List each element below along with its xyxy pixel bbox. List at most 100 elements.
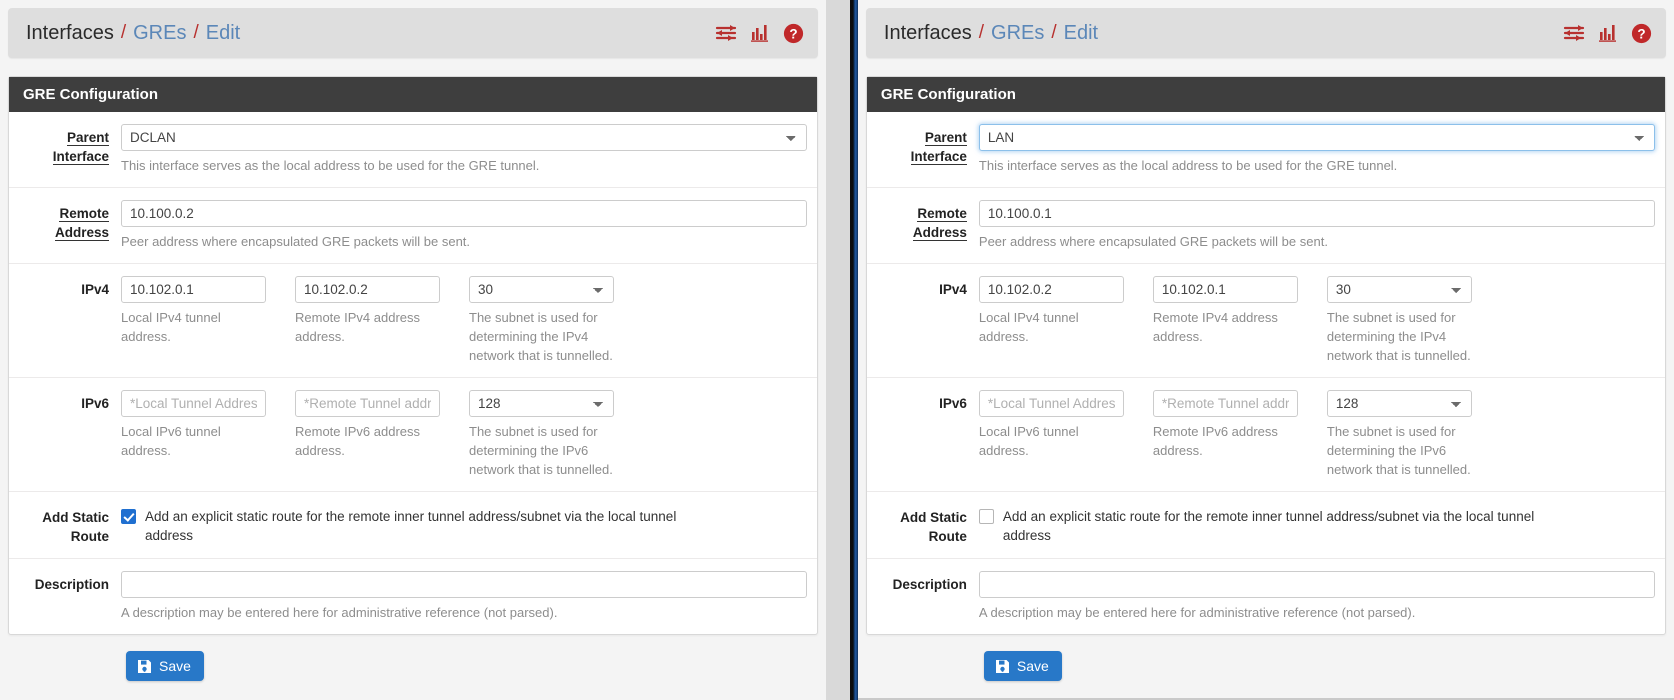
- left-browser-window: Interfaces / GREs / Edit ? GRE Configura…: [0, 0, 827, 700]
- ipv4-local-input[interactable]: [121, 276, 266, 303]
- bar-chart-icon[interactable]: [750, 23, 770, 43]
- row-remote-address: Remote Address Peer address where encaps…: [9, 188, 818, 264]
- ipv6-local-cell: Local IPv6 tunnel address.: [121, 390, 295, 479]
- label-description: Description: [892, 577, 967, 592]
- label-remote-address-line2: Address: [912, 225, 967, 241]
- label-remote-address: Remote Address: [867, 200, 979, 251]
- ipv4-remote-input[interactable]: [295, 276, 440, 303]
- row-parent-interface: Parent Interface DCLAN This interface se…: [9, 112, 818, 188]
- breadcrumb-link-gres[interactable]: GREs: [991, 22, 1044, 45]
- ipv6-remote-input[interactable]: [295, 390, 440, 417]
- help-ipv4-remote: Remote IPv4 address address.: [1152, 310, 1278, 344]
- label-add-static-route-line2: Route: [928, 529, 967, 544]
- sliders-icon[interactable]: [1563, 23, 1585, 43]
- breadcrumb-bar-right: Interfaces / GREs / Edit ?: [865, 8, 1666, 58]
- ipv4-subnet-cell: 30 The subnet is used for determining th…: [1326, 276, 1501, 365]
- bar-chart-icon[interactable]: [1598, 23, 1618, 43]
- add-static-route-label[interactable]: Add an explicit static route for the rem…: [1003, 507, 1538, 545]
- help-ipv4-local: Local IPv4 tunnel address.: [121, 310, 221, 344]
- label-remote-address: Remote Address: [9, 200, 121, 251]
- help-circle-icon[interactable]: ?: [1631, 23, 1652, 44]
- svg-text:?: ?: [1637, 26, 1645, 41]
- add-static-route-label[interactable]: Add an explicit static route for the rem…: [145, 507, 680, 545]
- breadcrumb-root: Interfaces: [26, 21, 114, 44]
- remote-address-input[interactable]: [978, 200, 1655, 227]
- row-ipv4: IPv4 Local IPv4 tunnel address. Remote I…: [866, 264, 1665, 378]
- breadcrumb-separator-2: /: [193, 22, 199, 43]
- description-input[interactable]: [121, 571, 808, 598]
- save-button-label: Save: [1016, 658, 1049, 674]
- parent-interface-select[interactable]: LAN: [978, 124, 1655, 151]
- label-description: Description: [34, 577, 109, 592]
- label-ipv4: IPv4: [939, 282, 967, 297]
- remote-address-input[interactable]: [121, 200, 808, 227]
- add-static-route-checkbox[interactable]: [978, 509, 994, 524]
- breadcrumb-link-gres[interactable]: GREs: [133, 22, 186, 45]
- ipv4-remote-input[interactable]: [1152, 276, 1298, 303]
- row-add-static-route: Add Static Route Add an explicit static …: [9, 492, 818, 559]
- breadcrumb-link-edit[interactable]: Edit: [1064, 22, 1098, 45]
- header-icon-group: ?: [715, 23, 804, 44]
- breadcrumb-bar-left: Interfaces / GREs / Edit ?: [8, 8, 819, 58]
- help-remote-address: Peer address where encapsulated GRE pack…: [978, 234, 1328, 249]
- label-parent-interface-line2: Interface: [52, 149, 109, 165]
- save-button-label: Save: [159, 658, 191, 674]
- help-circle-icon[interactable]: ?: [783, 23, 804, 44]
- label-ipv6: IPv6: [939, 396, 967, 411]
- label-parent-interface-line1: Parent: [66, 130, 109, 146]
- row-ipv6: IPv6 Local IPv6 tunnel address. Remote I…: [866, 378, 1665, 492]
- label-ipv4: IPv4: [81, 282, 109, 297]
- row-remote-address: Remote Address Peer address where encaps…: [866, 188, 1665, 264]
- floppy-disk-icon: [137, 659, 152, 674]
- save-button[interactable]: Save: [126, 651, 204, 681]
- label-parent-interface-line2: Interface: [910, 149, 967, 165]
- ipv6-subnet-select[interactable]: 128: [469, 390, 614, 417]
- ipv4-subnet-select[interactable]: 30: [1326, 276, 1472, 303]
- ipv4-remote-cell: Remote IPv4 address address.: [1152, 276, 1327, 365]
- ipv6-remote-input[interactable]: [1152, 390, 1298, 417]
- ipv6-local-input[interactable]: [978, 390, 1124, 417]
- help-parent-interface: This interface serves as the local addre…: [978, 158, 1398, 173]
- label-add-static-route-line1: Add Static: [42, 510, 109, 525]
- label-remote-address-line1: Remote: [917, 206, 967, 222]
- label-remote-address-line1: Remote: [59, 206, 109, 222]
- help-ipv6-remote: Remote IPv6 address address.: [1152, 424, 1278, 458]
- parent-interface-select[interactable]: DCLAN: [121, 124, 808, 151]
- label-add-static-route: Add Static Route: [867, 504, 979, 546]
- row-description: Description A description may be entered…: [9, 559, 817, 634]
- label-parent-interface: Parent Interface: [867, 124, 979, 175]
- ipv6-subnet-cell: 128 The subnet is used for determining t…: [469, 390, 643, 479]
- save-button[interactable]: Save: [983, 651, 1062, 681]
- ipv4-subnet-select[interactable]: 30: [469, 276, 614, 303]
- row-ipv4: IPv4 Local IPv4 tunnel address. Remote I…: [9, 264, 818, 378]
- breadcrumb-root: Interfaces: [883, 21, 972, 44]
- help-ipv4-subnet: The subnet is used for determining the I…: [469, 310, 613, 363]
- breadcrumb-separator-2: /: [1051, 22, 1057, 43]
- gre-configuration-panel-right: GRE Configuration Parent Interface LAN T…: [865, 76, 1666, 635]
- help-remote-address: Peer address where encapsulated GRE pack…: [121, 234, 471, 249]
- floppy-disk-icon: [995, 659, 1010, 674]
- add-static-route-checkbox[interactable]: [121, 509, 136, 524]
- help-description: A description may be entered here for ad…: [978, 605, 1416, 620]
- svg-text:?: ?: [789, 26, 797, 41]
- help-ipv6-local: Local IPv6 tunnel address.: [978, 424, 1079, 458]
- help-ipv6-subnet: The subnet is used for determining the I…: [1326, 424, 1471, 477]
- ipv6-local-input[interactable]: [121, 390, 266, 417]
- label-add-static-route-line2: Route: [70, 529, 109, 544]
- ipv4-local-input[interactable]: [978, 276, 1124, 303]
- ipv6-remote-cell: Remote IPv6 address address.: [1152, 390, 1327, 479]
- label-add-static-route-line1: Add Static: [900, 510, 967, 525]
- ipv6-remote-cell: Remote IPv6 address address.: [295, 390, 469, 479]
- panel-title: GRE Configuration: [9, 77, 818, 112]
- ipv6-subnet-select[interactable]: 128: [1326, 390, 1472, 417]
- ipv6-local-cell: Local IPv6 tunnel address.: [978, 390, 1153, 479]
- breadcrumb: Interfaces / GREs / Edit: [26, 22, 715, 45]
- window-gap: [826, 0, 850, 700]
- panel-body: Parent Interface LAN This interface serv…: [866, 112, 1665, 634]
- sliders-icon[interactable]: [715, 23, 737, 43]
- row-add-static-route: Add Static Route Add an explicit static …: [866, 492, 1665, 559]
- window-edge-divider[interactable]: [849, 0, 858, 700]
- ipv4-remote-cell: Remote IPv4 address address.: [295, 276, 469, 365]
- breadcrumb-link-edit[interactable]: Edit: [206, 22, 240, 45]
- description-input[interactable]: [978, 571, 1655, 598]
